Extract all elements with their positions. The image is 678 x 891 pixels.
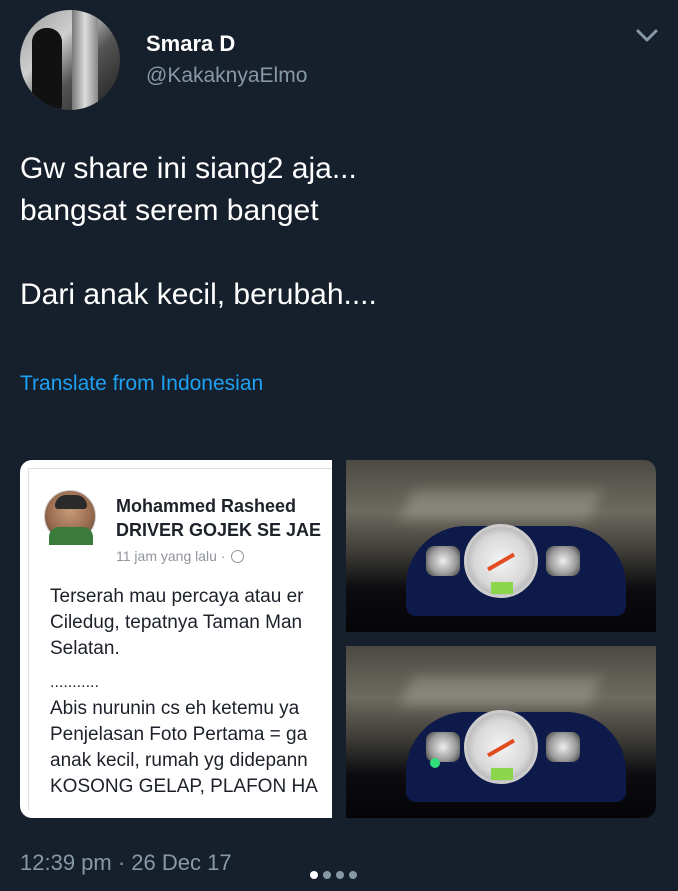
media-image-dashboard-1[interactable]	[346, 460, 656, 632]
dashboard-left-lamp	[426, 546, 460, 576]
media-image-dashboard-2[interactable]	[346, 646, 656, 818]
photo-glare	[400, 676, 602, 706]
avatar-tree	[72, 10, 98, 110]
tweet-text: Gw share ini siang2 aja... bangsat serem…	[20, 148, 640, 316]
pager-dot[interactable]	[323, 871, 331, 879]
dashboard-right-lamp	[546, 546, 580, 576]
tweet-timestamp[interactable]: 12:39 pm · 26 Dec 17	[20, 850, 232, 876]
chevron-down-icon[interactable]	[634, 26, 660, 46]
facebook-post-time: 11 jam yang lalu ·	[116, 548, 245, 564]
photo-glare	[400, 490, 602, 520]
pager-dot-active[interactable]	[310, 871, 318, 879]
user-handle[interactable]: @KakaknyaElmo	[146, 64, 307, 88]
facebook-post-group: DRIVER GOJEK SE JAE	[116, 520, 322, 540]
author-avatar[interactable]	[20, 10, 120, 110]
facebook-post-body: Terserah mau percaya atau er Ciledug, te…	[50, 586, 304, 659]
dashboard-left-lamp	[426, 732, 460, 762]
indicator-lamp	[430, 758, 440, 768]
facebook-post-author: Mohammed Rasheed	[116, 496, 297, 516]
translate-link[interactable]: Translate from Indonesian	[20, 372, 263, 396]
avatar-figure	[32, 28, 62, 110]
pager-dot[interactable]	[349, 871, 357, 879]
avatar-shirt	[49, 527, 93, 545]
display-name[interactable]: Smara D	[146, 31, 235, 57]
avatar-hair	[55, 495, 87, 509]
pager-dot[interactable]	[336, 871, 344, 879]
fuel-lcd	[491, 582, 513, 594]
facebook-post-body-continued: Abis nurunin cs eh ketemu ya Penjelasan …	[50, 698, 318, 797]
tweet-paragraph: Dari anak kecil, berubah....	[20, 278, 377, 311]
media-grid: Mohammed Rasheed DRIVER GOJEK SE JAE 11 …	[20, 460, 656, 818]
dashboard-right-lamp	[546, 732, 580, 762]
facebook-post-separator: ...........	[50, 674, 99, 691]
fuel-lcd	[491, 768, 513, 780]
facebook-avatar	[44, 490, 96, 545]
pagination-dots	[310, 866, 362, 884]
tweet-paragraph: Gw share ini siang2 aja... bangsat serem…	[20, 152, 357, 227]
facebook-post-time-text: 11 jam yang lalu ·	[116, 548, 226, 564]
media-image-facebook-post[interactable]: Mohammed Rasheed DRIVER GOJEK SE JAE 11 …	[20, 460, 332, 818]
globe-icon	[231, 550, 245, 563]
